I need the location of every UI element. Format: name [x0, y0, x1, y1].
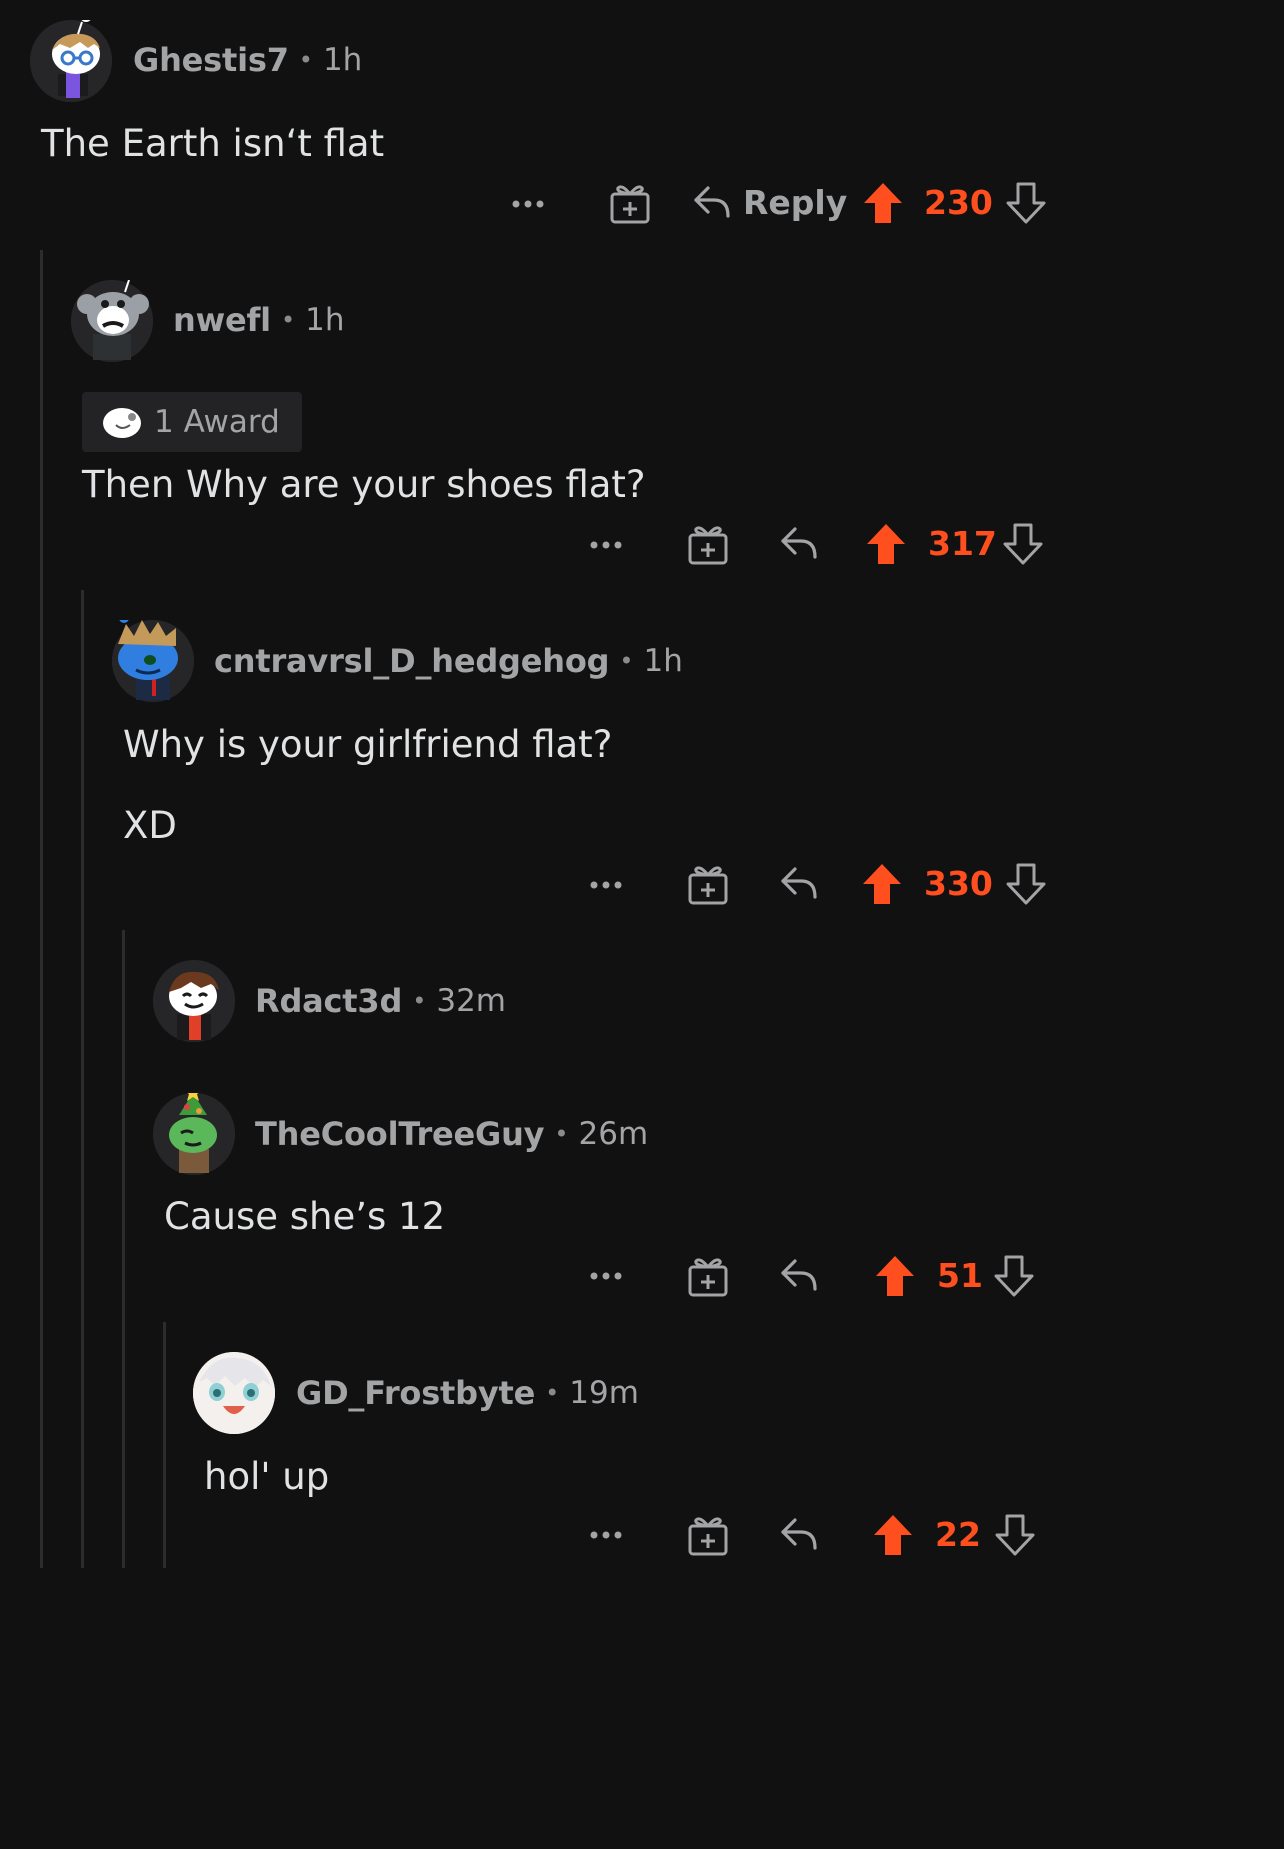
reply-arrow-icon[interactable]: [692, 184, 732, 220]
timestamp: 1h: [322, 42, 363, 78]
thread-line-level-2[interactable]: [81, 590, 84, 1568]
vote-score: 330: [924, 864, 993, 903]
vote-score: 51: [937, 1256, 983, 1295]
timestamp: 1h: [305, 302, 345, 338]
timestamp: 19m: [569, 1375, 639, 1411]
more-options-icon[interactable]: [588, 879, 624, 891]
avatar[interactable]: [30, 20, 112, 102]
upvote-arrow-icon[interactable]: [873, 1514, 913, 1556]
username[interactable]: TheCoolTreeGuy: [255, 1115, 545, 1153]
reply-arrow-icon[interactable]: [779, 865, 819, 901]
award-gift-icon[interactable]: [688, 1514, 728, 1556]
comment-body: hol' up: [204, 1455, 330, 1498]
award-gift-icon[interactable]: [610, 182, 650, 224]
timestamp: 1h: [643, 643, 683, 679]
downvote-arrow-icon[interactable]: [994, 1255, 1034, 1297]
award-gift-icon[interactable]: [688, 523, 728, 565]
comment-body: Then Why are your shoes flat?: [82, 463, 646, 506]
comment-meta: cntravrsl_D_hedgehog • 1h: [214, 641, 683, 681]
upvote-arrow-icon[interactable]: [875, 1255, 915, 1297]
more-options-icon[interactable]: [588, 1270, 624, 1282]
downvote-arrow-icon[interactable]: [1006, 863, 1046, 905]
comment-meta: TheCoolTreeGuy • 26m: [255, 1114, 648, 1154]
downvote-arrow-icon[interactable]: [1003, 523, 1043, 565]
upvote-arrow-icon[interactable]: [863, 182, 903, 224]
avatar[interactable]: [153, 1093, 235, 1175]
award-icon: [103, 408, 141, 438]
separator-dot: •: [280, 306, 296, 334]
reply-button[interactable]: Reply: [743, 183, 847, 222]
separator-dot: •: [412, 987, 427, 1015]
vote-score: 230: [924, 183, 993, 222]
more-options-icon[interactable]: [588, 539, 624, 551]
avatar[interactable]: [71, 280, 153, 362]
separator-dot: •: [298, 46, 313, 74]
separator-dot: •: [619, 647, 634, 675]
avatar[interactable]: [153, 960, 235, 1042]
comment-meta: Ghestis7 • 1h: [133, 40, 362, 80]
username[interactable]: nwefl: [173, 301, 271, 339]
separator-dot: •: [554, 1120, 569, 1148]
award-gift-icon[interactable]: [688, 1255, 728, 1297]
upvote-arrow-icon[interactable]: [862, 863, 902, 905]
avatar[interactable]: [112, 620, 194, 702]
comment-meta: nwefl • 1h: [173, 300, 344, 340]
downvote-arrow-icon[interactable]: [1006, 182, 1046, 224]
award-gift-icon[interactable]: [688, 863, 728, 905]
username[interactable]: Rdact3d: [255, 982, 402, 1020]
separator-dot: •: [545, 1379, 560, 1407]
username[interactable]: cntravrsl_D_hedgehog: [214, 642, 610, 680]
username[interactable]: Ghestis7: [133, 41, 289, 79]
reply-arrow-icon[interactable]: [779, 1516, 819, 1552]
timestamp: 32m: [436, 983, 506, 1019]
comment-body-line-2: XD: [123, 804, 177, 847]
comment-meta: GD_Frostbyte • 19m: [296, 1373, 639, 1413]
award-badge[interactable]: 1 Award: [82, 392, 302, 452]
award-label: 1 Award: [154, 404, 280, 440]
reply-arrow-icon[interactable]: [779, 525, 819, 561]
thread-line-level-3[interactable]: [122, 930, 125, 1568]
downvote-arrow-icon[interactable]: [995, 1514, 1035, 1556]
vote-score: 22: [935, 1515, 981, 1554]
vote-score: 317: [928, 524, 997, 563]
avatar[interactable]: [193, 1352, 275, 1434]
more-options-icon[interactable]: [588, 1529, 624, 1541]
thread-line-level-4[interactable]: [163, 1322, 166, 1568]
timestamp: 26m: [578, 1116, 649, 1152]
reply-arrow-icon[interactable]: [779, 1257, 819, 1293]
more-options-icon[interactable]: [510, 198, 546, 210]
comment-body: Cause she’s 12: [164, 1195, 446, 1238]
comment-body: The Earth isn‘t flat: [41, 122, 385, 165]
thread-line-level-1[interactable]: [40, 250, 43, 1568]
upvote-arrow-icon[interactable]: [866, 523, 906, 565]
comment-body-line-1: Why is your girlfriend flat?: [123, 723, 613, 766]
comment-meta: Rdact3d • 32m: [255, 981, 506, 1021]
username[interactable]: GD_Frostbyte: [296, 1374, 535, 1412]
